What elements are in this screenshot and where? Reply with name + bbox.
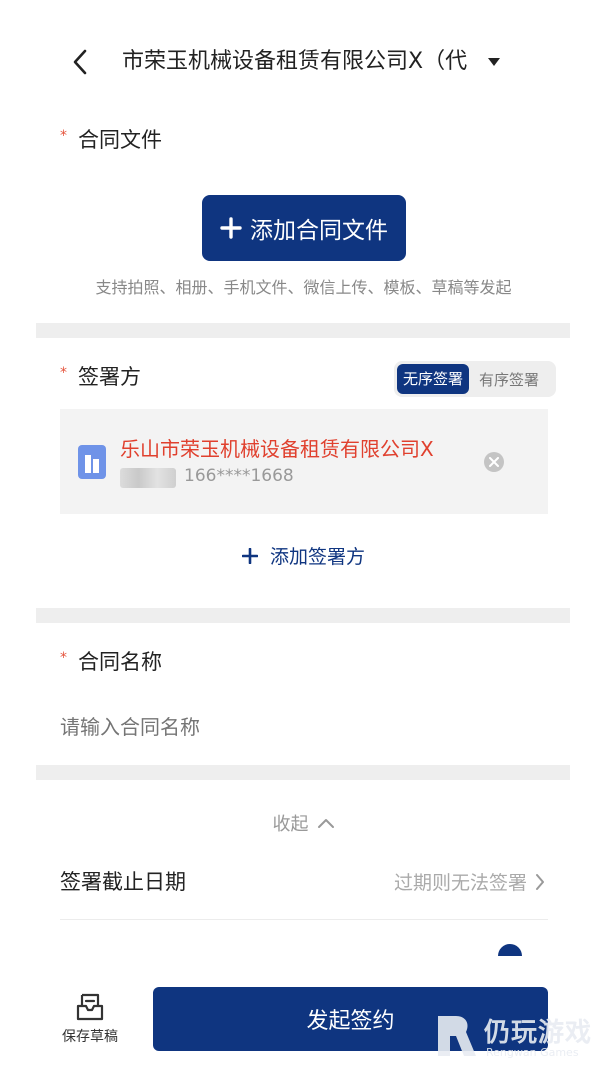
signer-card[interactable]: 乐山市荣玉机械设备租赁有限公司X 166****1668 — [60, 409, 548, 514]
ordered-sign-option[interactable]: 有序签署 — [469, 369, 549, 390]
remove-signer-button[interactable] — [484, 452, 504, 472]
signer-name: 乐山市荣玉机械设备租赁有限公司X — [120, 437, 434, 461]
add-signer-label: 添加签署方 — [269, 546, 365, 568]
required-mark: * — [60, 128, 67, 144]
chevron-right-icon — [536, 873, 544, 890]
chevron-left-icon — [73, 49, 87, 75]
signer-phone: 166****1668 — [184, 466, 294, 486]
back-button[interactable] — [62, 44, 98, 80]
signers-label: 签署方 — [78, 365, 141, 389]
contract-file-label: 合同文件 — [78, 128, 162, 152]
contract-name-label: 合同名称 — [78, 650, 162, 674]
add-contract-file-button[interactable]: 添加合同文件 — [202, 195, 406, 261]
add-contract-file-label: 添加合同文件 — [250, 218, 388, 244]
close-icon — [489, 457, 499, 467]
contract-name-input[interactable] — [60, 712, 550, 742]
required-mark: * — [60, 365, 67, 381]
save-draft-button[interactable]: 保存草稿 — [58, 992, 122, 1046]
chevron-up-icon — [317, 819, 334, 828]
watermark-subtext: Rengwan Games — [486, 1046, 579, 1059]
deadline-label: 签署截止日期 — [60, 870, 186, 894]
header-bar: 市荣玉机械设备租赁有限公司X（代 — [0, 0, 607, 120]
section-divider — [36, 765, 570, 780]
required-mark: * — [60, 650, 67, 666]
toggle-switch[interactable] — [498, 944, 522, 956]
plus-icon — [241, 547, 258, 564]
collapse-toggle[interactable]: 收起 — [0, 810, 607, 836]
site-watermark: 仍玩游戏 Rengwan Games — [432, 1008, 592, 1064]
page-title[interactable]: 市荣玉机械设备租赁有限公司X（代 — [122, 44, 482, 80]
draft-box-icon — [76, 993, 104, 1021]
plus-icon — [220, 217, 242, 239]
deadline-value: 过期则无法签署 — [393, 872, 527, 894]
signer-masked-name — [120, 468, 176, 488]
save-draft-label: 保存草稿 — [62, 1029, 118, 1045]
submit-contract-label: 发起签约 — [306, 1009, 395, 1034]
watermark-logo-icon — [438, 1016, 476, 1056]
building-icon — [78, 445, 106, 479]
upload-hint: 支持拍照、相册、手机文件、微信上传、模板、草稿等发起 — [95, 278, 512, 297]
collapse-label: 收起 — [272, 814, 309, 835]
deadline-picker[interactable]: 过期则无法签署 — [394, 868, 545, 895]
section-divider — [36, 608, 570, 623]
section-divider — [36, 323, 570, 338]
unordered-sign-option[interactable]: 无序签署 — [397, 364, 470, 394]
dropdown-arrow-icon[interactable] — [484, 44, 504, 80]
sign-order-toggle[interactable]: 无序签署 有序签署 — [394, 361, 556, 397]
row-divider — [60, 919, 548, 920]
add-signer-button[interactable]: 添加签署方 — [0, 542, 607, 569]
watermark-text: 仍玩游戏 — [484, 1018, 593, 1048]
